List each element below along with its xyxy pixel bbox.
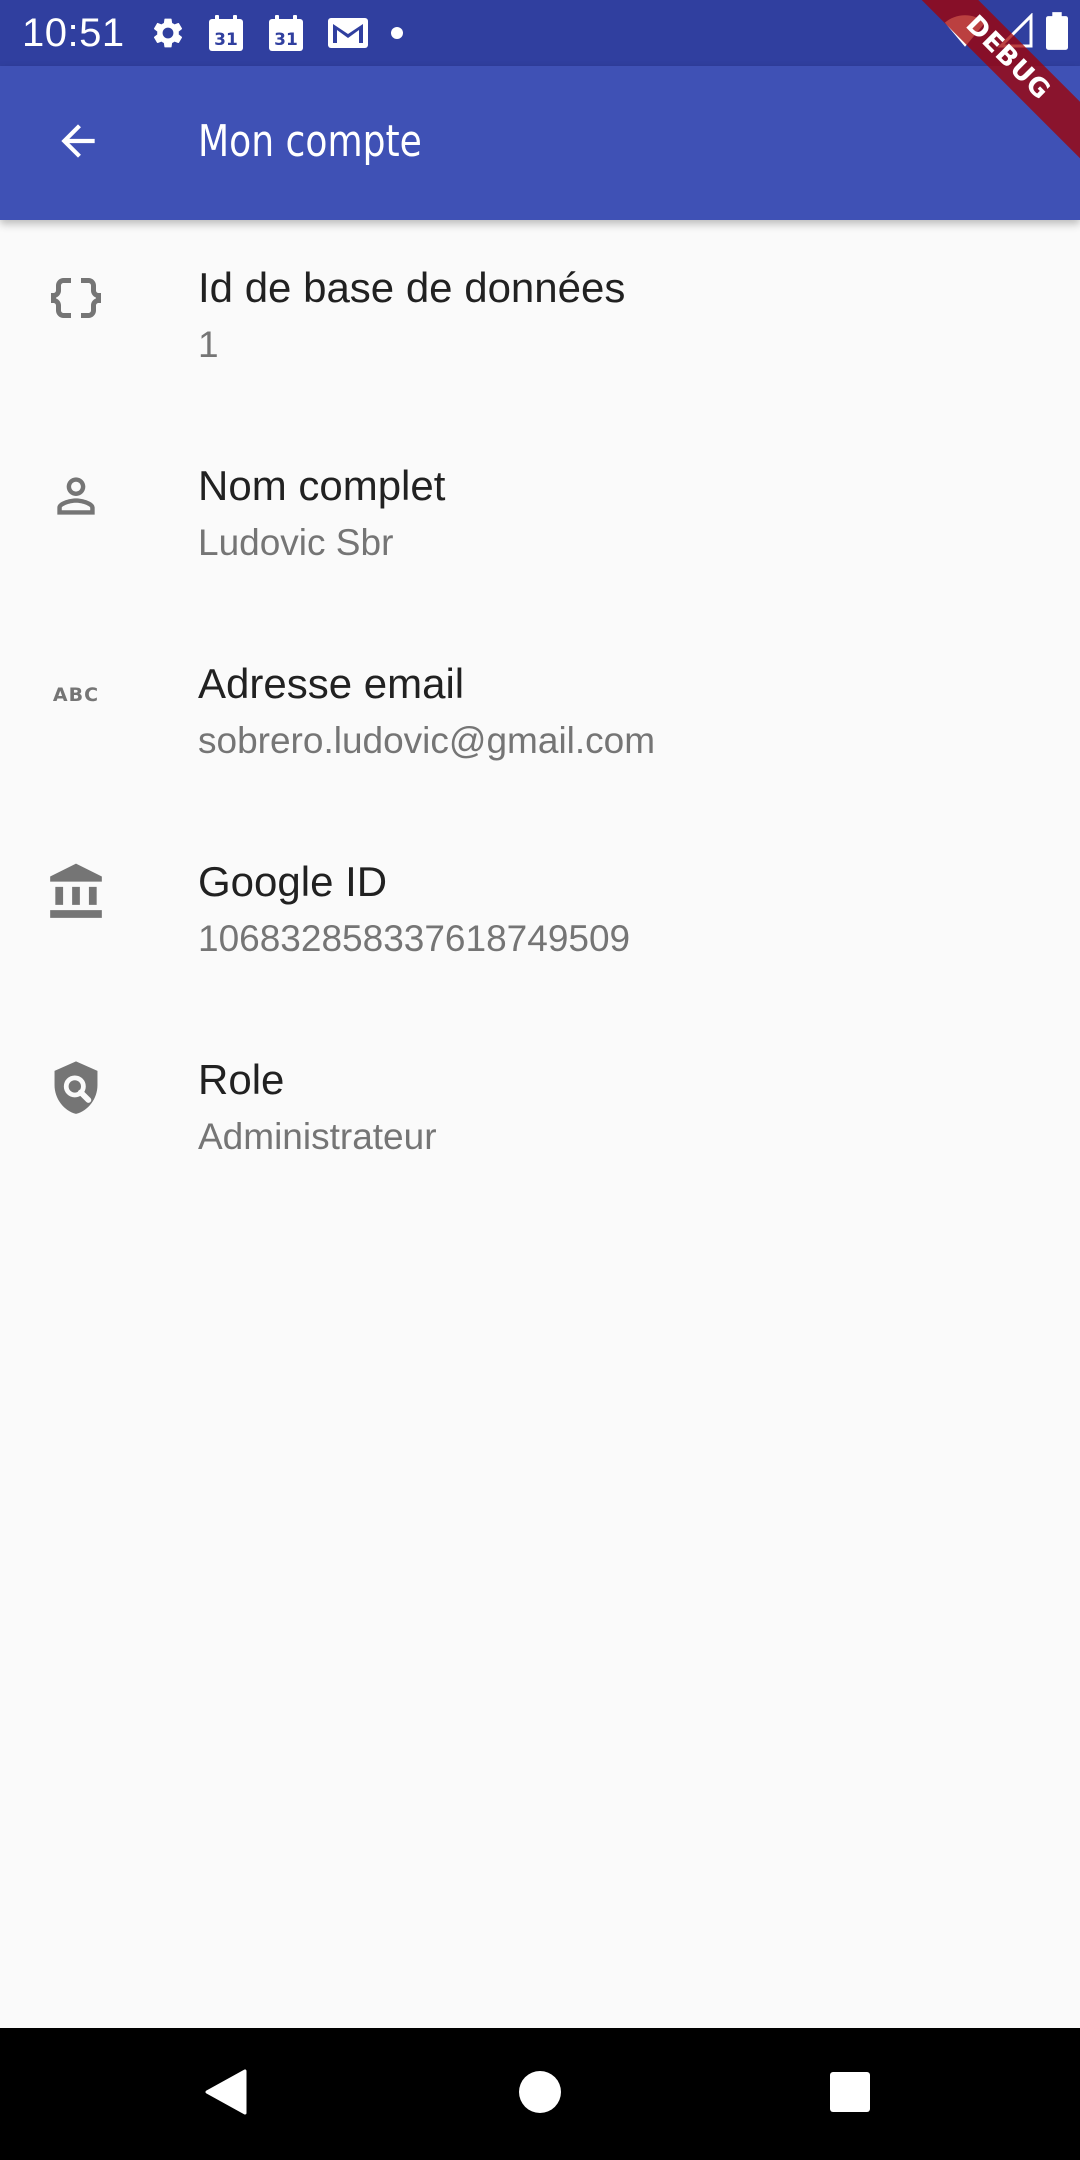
back-button[interactable] xyxy=(34,99,122,187)
list-item-google-id[interactable]: Google ID 106832858337618749509 xyxy=(0,814,1080,1012)
calendar-day-2: 31 xyxy=(274,30,298,50)
item-title: Adresse email xyxy=(198,660,465,707)
item-title: Role xyxy=(198,1056,285,1103)
notification-icons: 31 31 xyxy=(150,12,404,54)
bank-icon xyxy=(43,859,109,925)
nav-home-icon xyxy=(518,2070,562,2119)
wifi-icon xyxy=(944,13,986,54)
svg-text:ABC: ABC xyxy=(53,684,99,706)
nav-back-button[interactable] xyxy=(182,2050,270,2138)
system-icons xyxy=(944,11,1068,55)
list-item-database-id[interactable]: Id de base de données 1 xyxy=(0,220,1080,418)
battery-icon xyxy=(1046,11,1068,55)
calendar-icon: 31 xyxy=(206,13,246,53)
data-object-icon xyxy=(43,265,109,331)
item-title: Nom complet xyxy=(198,462,446,509)
item-value: Ludovic Sbr xyxy=(198,522,394,563)
app-bar: Mon compte xyxy=(0,66,1080,220)
nav-back-icon xyxy=(203,2067,249,2122)
signal-icon xyxy=(997,11,1034,54)
calendar-icon: 31 xyxy=(266,13,306,53)
list-item-role[interactable]: Role Administrateur xyxy=(0,1012,1080,1210)
nav-home-button[interactable] xyxy=(496,2050,584,2138)
item-title: Google ID xyxy=(198,858,388,905)
item-value: Administrateur xyxy=(198,1116,437,1157)
calendar-day-1: 31 xyxy=(214,30,238,50)
list-item-email[interactable]: ABC Adresse email sobrero.ludovic@gmail.… xyxy=(0,616,1080,814)
account-details-list: Id de base de données 1 Nom complet Ludo… xyxy=(0,220,1080,1210)
status-time: 10:51 xyxy=(22,11,125,55)
nav-recents-icon xyxy=(829,2071,871,2118)
item-value: sobrero.ludovic@gmail.com xyxy=(198,720,656,761)
item-title: Id de base de données xyxy=(198,264,626,311)
arrow-back-icon xyxy=(53,116,103,171)
gmail-icon xyxy=(326,15,370,51)
navigation-bar xyxy=(0,2028,1080,2160)
abc-icon: ABC xyxy=(43,661,109,727)
item-value: 1 xyxy=(198,324,219,365)
page-title: Mon compte xyxy=(198,116,422,167)
dot-icon xyxy=(390,26,404,40)
nav-recents-button[interactable] xyxy=(806,2050,894,2138)
status-bar: 10:51 31 31 xyxy=(0,0,1080,66)
screen: 10:51 31 31 Mon compte DEBUG Id de base … xyxy=(0,0,1080,2160)
list-item-full-name[interactable]: Nom complet Ludovic Sbr xyxy=(0,418,1080,616)
gear-icon xyxy=(150,15,186,51)
item-value: 106832858337618749509 xyxy=(198,918,631,959)
person-icon xyxy=(43,463,109,529)
shield-search-icon xyxy=(43,1057,109,1123)
